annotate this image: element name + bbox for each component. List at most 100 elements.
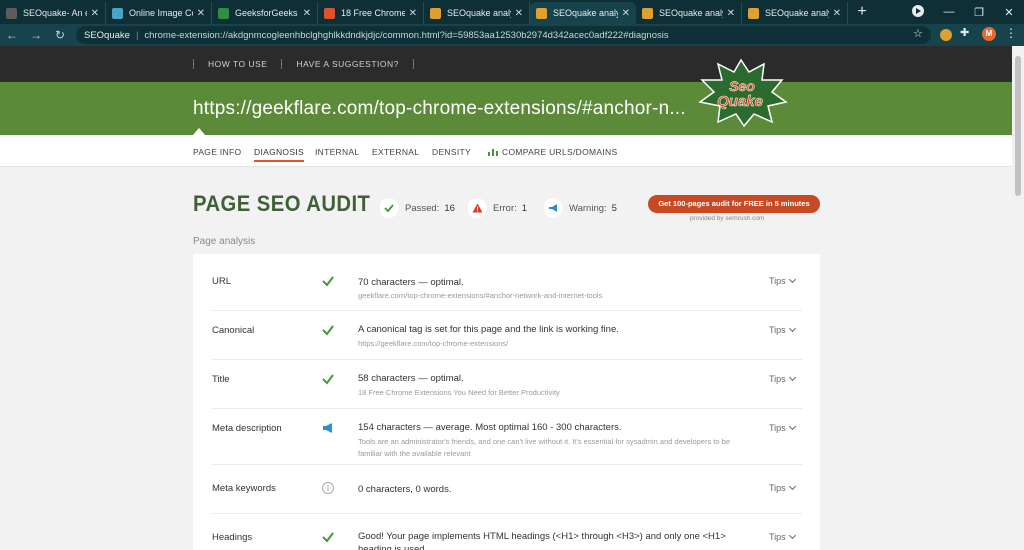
- tips-toggle[interactable]: Tips: [769, 373, 796, 384]
- address-separator: |: [135, 29, 139, 41]
- reload-icon[interactable]: ↻: [48, 28, 72, 42]
- tips-toggle[interactable]: Tips: [769, 422, 796, 433]
- close-window-icon[interactable]: ✕: [994, 6, 1024, 19]
- tab-density[interactable]: DENSITY: [432, 147, 471, 157]
- tab-title: SEOquake analyti: [659, 8, 723, 18]
- tab-close-icon[interactable]: ✕: [197, 8, 205, 19]
- error-count: 1: [521, 202, 528, 214]
- tab-internal[interactable]: INTERNAL: [315, 147, 359, 157]
- browser-tab[interactable]: GeeksforGeeks | A ✕: [212, 2, 318, 24]
- row-name: Title: [212, 374, 230, 385]
- tab-page-info[interactable]: PAGE INFO: [193, 147, 241, 157]
- row-name: Meta keywords: [212, 483, 276, 494]
- tab-close-icon[interactable]: ✕: [409, 8, 417, 19]
- row-sub-text: https://geekflare.com/top-chrome-extensi…: [358, 339, 509, 348]
- tips-toggle[interactable]: Tips: [769, 482, 796, 493]
- address-url: chrome-extension://akdgnmcogleenhbclghgh…: [144, 29, 669, 41]
- logo-text-seo: Seo: [729, 78, 755, 94]
- tab-close-icon[interactable]: ✕: [91, 8, 99, 19]
- bookmark-star-icon[interactable]: ☆: [913, 27, 923, 40]
- active-notch: [193, 128, 205, 135]
- media-control-icon[interactable]: [912, 5, 924, 17]
- tab-diagnosis[interactable]: DIAGNOSIS: [254, 147, 304, 162]
- analysis-row-title: Title 58 characters — optimal. 18 Free C…: [193, 360, 820, 409]
- tab-strip: SEOquake- An ex✕Online Image Con✕Geeksfo…: [0, 0, 848, 24]
- new-tab-button[interactable]: +: [848, 2, 876, 24]
- row-main-text: 0 characters, 0 words.: [358, 484, 452, 495]
- seoquake-extension-icon[interactable]: [940, 29, 952, 41]
- profile-avatar[interactable]: M: [982, 27, 996, 41]
- analysis-card: URL 70 characters — optimal. geekflare.c…: [193, 254, 820, 550]
- row-main-text: 58 characters — optimal.: [358, 373, 464, 384]
- extensions-puzzle-icon[interactable]: ✚: [960, 26, 969, 39]
- tab-close-icon[interactable]: ✕: [515, 8, 523, 19]
- analysis-row-meta-description: Meta description 154 characters — averag…: [193, 409, 820, 465]
- row-name: URL: [212, 276, 232, 287]
- tab-favicon-icon: [536, 7, 547, 19]
- row-sub-text: 18 Free Chrome Extensions You Need for B…: [358, 388, 560, 397]
- browser-tab-bar: SEOquake- An ex✕Online Image Con✕Geeksfo…: [0, 0, 1024, 24]
- suggestion-link[interactable]: HAVE A SUGGESTION?: [281, 59, 414, 69]
- restore-icon[interactable]: ❐: [964, 6, 994, 19]
- error-triangle-icon: [467, 198, 487, 218]
- passed-stat: Passed: 16: [379, 198, 455, 218]
- chevron-down-icon: [788, 531, 796, 540]
- warning-label: Warning:: [569, 202, 607, 214]
- tab-title: SEOquake- An ex: [23, 8, 87, 18]
- tab-title: SEOquake analyti: [553, 8, 618, 18]
- tips-toggle[interactable]: Tips: [769, 275, 796, 286]
- tab-favicon-icon: [112, 7, 123, 19]
- window-controls: — ❐ ✕: [934, 0, 1024, 24]
- tab-compare-urls[interactable]: COMPARE URLS/DOMAINS: [488, 147, 617, 157]
- tips-label: Tips: [769, 483, 786, 493]
- tab-close-icon[interactable]: ✕: [727, 8, 735, 19]
- free-audit-button[interactable]: Get 100-pages audit for FREE in 5 minute…: [648, 195, 820, 213]
- tab-title: GeeksforGeeks | A: [235, 8, 299, 18]
- analysis-row-headings: Headings Good! Your page implements HTML…: [193, 514, 820, 550]
- browser-tab[interactable]: 18 Free Chrome E ✕: [318, 2, 424, 24]
- tab-close-icon[interactable]: ✕: [833, 8, 841, 19]
- chevron-down-icon: [788, 324, 796, 333]
- tips-toggle[interactable]: Tips: [769, 324, 796, 335]
- page-title: PAGE SEO AUDIT: [193, 191, 371, 216]
- browser-tab[interactable]: SEOquake- An ex ✕: [0, 2, 106, 24]
- page-url-title: https://geekflare.com/top-chrome-extensi…: [193, 98, 686, 119]
- bar-chart-icon: [488, 149, 498, 156]
- check-icon: [322, 532, 334, 543]
- logo-text-quake: Quake: [717, 93, 763, 110]
- browser-tab[interactable]: SEOquake analyti ✕: [636, 2, 742, 24]
- chevron-down-icon: [788, 373, 796, 382]
- tab-favicon-icon: [218, 7, 229, 19]
- tab-close-icon[interactable]: ✕: [303, 8, 311, 19]
- page-scrollbar[interactable]: [1012, 46, 1024, 550]
- tab-external[interactable]: EXTERNAL: [372, 147, 419, 157]
- browser-tab[interactable]: SEOquake analyti ✕: [424, 2, 530, 24]
- tab-compare-label: COMPARE URLS/DOMAINS: [502, 147, 618, 157]
- page-analysis-label: Page analysis: [193, 236, 256, 247]
- how-to-use-link[interactable]: HOW TO USE: [193, 59, 281, 69]
- check-icon: [322, 325, 334, 336]
- megaphone-icon: [323, 423, 332, 433]
- tab-close-icon[interactable]: ✕: [622, 8, 630, 19]
- row-sub-text: geekflare.com/top-chrome-extensions/#anc…: [358, 291, 603, 300]
- forward-icon[interactable]: →: [24, 28, 48, 42]
- back-icon[interactable]: ←: [0, 28, 24, 42]
- row-main-text: 70 characters — optimal.: [358, 277, 464, 288]
- page-content: HOW TO USE HAVE A SUGGESTION? https://ge…: [0, 46, 1012, 550]
- error-label: Error:: [493, 202, 517, 214]
- analysis-row-canonical: Canonical A canonical tag is set for thi…: [193, 311, 820, 360]
- address-bar[interactable]: SEOquake | chrome-extension://akdgnmcogl…: [76, 26, 931, 44]
- browser-tab[interactable]: Online Image Con ✕: [106, 2, 212, 24]
- check-icon: [322, 374, 334, 385]
- info-icon: [322, 482, 334, 494]
- tips-label: Tips: [769, 423, 786, 433]
- tips-label: Tips: [769, 374, 786, 384]
- minimize-icon[interactable]: —: [934, 6, 964, 18]
- error-stat: Error: 1: [467, 198, 527, 218]
- browser-tab[interactable]: SEOquake analyti ✕: [742, 2, 848, 24]
- browser-tab[interactable]: SEOquake analyti ✕: [530, 2, 636, 24]
- scrollbar-thumb[interactable]: [1015, 56, 1021, 196]
- browser-menu-icon[interactable]: ⋮: [1005, 26, 1017, 40]
- passed-count: 16: [444, 202, 455, 214]
- tips-toggle[interactable]: Tips: [769, 531, 796, 542]
